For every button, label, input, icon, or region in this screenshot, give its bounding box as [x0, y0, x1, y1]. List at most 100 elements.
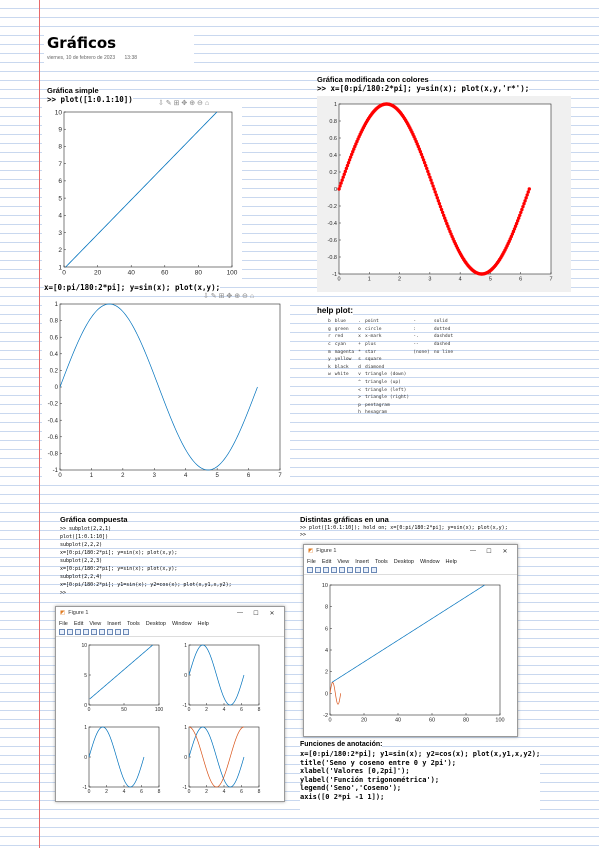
maximize-icon[interactable]: ☐	[481, 548, 497, 555]
y-tick-label: -0.2	[328, 204, 337, 210]
help-cell: >	[358, 395, 361, 401]
menu-item-edit[interactable]: Edit	[322, 559, 331, 565]
data-point	[430, 181, 434, 185]
help-cell: dashed	[433, 342, 451, 348]
y-tick-label: 4	[325, 648, 328, 654]
data-point	[522, 202, 526, 206]
y-tick-label: 2	[58, 247, 62, 254]
y-tick-label: 5	[84, 673, 87, 679]
y-tick-label: 0.4	[50, 352, 59, 358]
x-tick-label: 8	[158, 789, 161, 795]
y-tick-label: 6	[58, 178, 62, 185]
link-icon[interactable]	[339, 567, 345, 573]
plot-area	[338, 103, 552, 275]
help-cell: <	[358, 387, 361, 393]
help-plot-table: b blue. point - solid g green o circle: dotted r re…	[328, 318, 457, 417]
menu-item-view[interactable]: View	[337, 559, 349, 565]
help-cell	[434, 402, 457, 410]
help-cell	[413, 379, 434, 387]
property-inspector-icon[interactable]	[123, 629, 129, 635]
y-tick-label: 8	[58, 144, 62, 151]
simple-plot-command: >> plot([1:0.1:10])	[47, 95, 133, 104]
insert-legend-icon[interactable]	[355, 567, 361, 573]
edit-plot-icon[interactable]	[363, 567, 369, 573]
data-point	[438, 204, 443, 209]
menu-item-window[interactable]: Window	[172, 621, 192, 627]
new-figure-icon[interactable]	[307, 567, 313, 573]
distintas-window-titlebar[interactable]: ◩ Figure 1 — ☐ ✕	[304, 545, 517, 557]
menu-item-tools[interactable]: Tools	[375, 559, 388, 565]
menu-item-insert[interactable]: Insert	[107, 621, 121, 627]
help-cell: v	[358, 372, 361, 378]
minimize-icon[interactable]: —	[232, 610, 248, 616]
help-row: h hexagram	[328, 409, 457, 417]
colored-plot-heading: Gráfica modificada con colores	[317, 75, 429, 84]
open-icon[interactable]	[67, 629, 73, 635]
help-cell: triangle (down)	[364, 372, 407, 378]
close-icon[interactable]: ✕	[264, 610, 280, 617]
save-icon[interactable]	[323, 567, 329, 573]
minimize-icon[interactable]: —	[465, 548, 481, 554]
menu-item-window[interactable]: Window	[420, 559, 440, 565]
code-line: >>	[60, 590, 67, 596]
print-icon[interactable]	[83, 629, 89, 635]
menu-item-view[interactable]: View	[89, 621, 101, 627]
data-point	[436, 199, 441, 203]
plot-area	[59, 303, 281, 471]
link-icon[interactable]	[91, 629, 97, 635]
help-cell: no line	[433, 349, 454, 355]
data-point	[429, 178, 433, 182]
help-cell	[434, 386, 457, 394]
insert-colorbar-icon[interactable]	[347, 567, 353, 573]
menu-item-desktop[interactable]: Desktop	[394, 559, 414, 565]
menu-item-edit[interactable]: Edit	[74, 621, 83, 627]
edit-plot-icon[interactable]	[115, 629, 121, 635]
new-figure-icon[interactable]	[59, 629, 65, 635]
compuesta-figure-window[interactable]: ◩ Figure 1 — ☐ ✕ File Edit View Insert Tools…	[55, 606, 285, 802]
insert-legend-icon[interactable]	[107, 629, 113, 635]
y-tick-label: -0.2	[48, 402, 59, 408]
distintas-window-toolbar	[304, 566, 517, 575]
x-tick-label: 40	[128, 270, 136, 277]
menu-item-tools[interactable]: Tools	[127, 621, 140, 627]
simple-plot-figure: 0 20 40 60 80 100 1 2 3 4 5 6 7 8 9 10	[42, 106, 242, 283]
y-tick-label: 0.8	[329, 119, 337, 125]
data-point	[425, 166, 429, 171]
menu-item-insert[interactable]: Insert	[355, 559, 369, 565]
help-cell: hexagram	[364, 410, 388, 416]
menu-item-help[interactable]: Help	[446, 559, 457, 565]
save-icon[interactable]	[75, 629, 81, 635]
property-inspector-icon[interactable]	[371, 567, 377, 573]
plot-area	[63, 111, 233, 268]
menu-item-help[interactable]: Help	[198, 621, 209, 627]
x-tick-label: 4	[223, 707, 226, 713]
close-icon[interactable]: ✕	[497, 548, 513, 555]
y-tick-label: -1	[53, 468, 59, 474]
distintas-window-menubar: File Edit View Insert Tools Desktop Window Help	[304, 557, 517, 566]
print-icon[interactable]	[331, 567, 337, 573]
compuesta-heading: Gráfica compuesta	[60, 515, 128, 524]
x-tick-label: 60	[429, 718, 435, 724]
menu-item-file[interactable]: File	[59, 621, 68, 627]
menu-item-file[interactable]: File	[307, 559, 316, 565]
insert-colorbar-icon[interactable]	[99, 629, 105, 635]
menu-item-desktop[interactable]: Desktop	[146, 621, 166, 627]
maximize-icon[interactable]: ☐	[248, 610, 264, 617]
open-icon[interactable]	[315, 567, 321, 573]
notebook-margin-line	[39, 0, 40, 848]
code-line: title('Seno y coseno entre 0 y 2pi');	[300, 758, 456, 767]
help-cell	[335, 379, 358, 387]
combined-chart: 0 20 40 60 80 100-20246810	[322, 583, 505, 724]
help-cell: pentagram	[364, 402, 390, 408]
anotacion-heading: Funciones de anotación:	[300, 741, 383, 750]
help-cell: -.	[413, 334, 419, 340]
compuesta-window-titlebar[interactable]: ◩ Figure 1 — ☐ ✕	[56, 607, 284, 619]
help-cell	[434, 409, 457, 417]
x-tick-label: 2	[398, 277, 401, 283]
help-cell: *	[358, 349, 361, 355]
y-tick-label: -0.4	[328, 221, 337, 227]
y-tick-label: 1	[55, 302, 59, 308]
x-tick-label: 0	[188, 707, 191, 713]
code-line: x=[0:pi/180:2*pi]; y1=sin(x); y2=cos(x);…	[300, 750, 541, 758]
distintas-figure-window[interactable]: ◩ Figure 1 — ☐ ✕ File Edit View Insert Tools…	[303, 544, 518, 737]
